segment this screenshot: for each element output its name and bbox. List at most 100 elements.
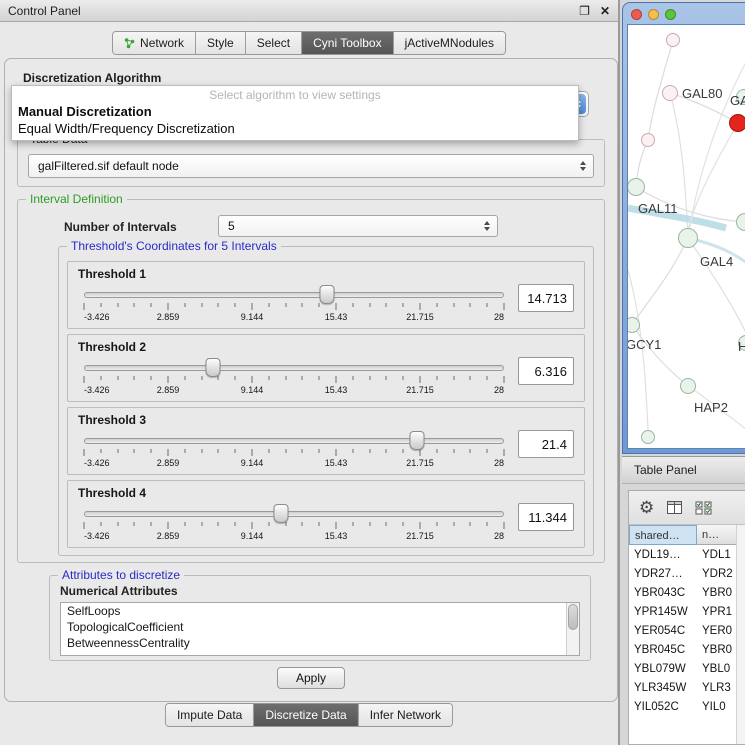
tick-mark: [453, 522, 454, 526]
slider-ticks: [84, 449, 504, 457]
tick-mark: [470, 522, 471, 526]
tick-mark: [268, 303, 269, 307]
close-icon[interactable]: ✕: [600, 5, 610, 17]
network-view-window[interactable]: GAL80GAGAL11GAL4GCY1HHAP2: [622, 2, 745, 454]
network-node[interactable]: [641, 133, 655, 147]
network-node-hap2[interactable]: [680, 378, 696, 394]
column-header[interactable]: shared…: [629, 525, 697, 545]
table-row[interactable]: YDL19…YDL1: [629, 545, 745, 564]
numerical-attributes-list[interactable]: SelfLoopsTopologicalCoefficientBetweenne…: [60, 602, 580, 656]
zoom-traffic-icon[interactable]: [665, 9, 676, 20]
table-row[interactable]: YBR043CYBR0: [629, 583, 745, 602]
scale-label: 2.859: [157, 385, 180, 395]
list-item[interactable]: SelfLoops: [61, 603, 579, 619]
scale-label: -3.426: [84, 458, 110, 468]
scale-label: 28: [494, 531, 504, 541]
float-icon[interactable]: ❐: [579, 5, 590, 17]
columns-icon[interactable]: [667, 501, 682, 514]
tick-mark: [184, 303, 185, 307]
table-row[interactable]: YLR345WYLR3: [629, 678, 745, 697]
network-node-gal4[interactable]: [678, 228, 698, 248]
network-node-label: GAL80: [682, 86, 722, 101]
slider-thumb[interactable]: [319, 285, 334, 304]
network-node[interactable]: [641, 430, 655, 444]
close-traffic-icon[interactable]: [631, 9, 642, 20]
network-node[interactable]: [729, 114, 745, 132]
threshold-value-field[interactable]: [518, 430, 574, 458]
algorithm-option[interactable]: Manual Discretization: [12, 103, 578, 120]
combo-stepper-icon: [484, 221, 490, 231]
slider-thumb[interactable]: [206, 358, 221, 377]
slider-thumb[interactable]: [409, 431, 424, 450]
bottom-tab-infer-network[interactable]: Infer Network: [359, 704, 452, 726]
tick-mark: [436, 522, 437, 526]
network-canvas[interactable]: GAL80GAGAL11GAL4GCY1HHAP2: [627, 24, 745, 449]
tick-mark: [117, 376, 118, 380]
algorithm-option[interactable]: Equal Width/Frequency Discretization: [12, 120, 578, 137]
table-row[interactable]: YDR27…YDR2: [629, 564, 745, 583]
tab-network[interactable]: Network: [113, 32, 195, 54]
slider-track[interactable]: [84, 292, 504, 298]
slider-track[interactable]: [84, 438, 504, 444]
tick-mark: [436, 303, 437, 307]
slider-track[interactable]: [84, 365, 504, 371]
network-node-label: HAP2: [694, 400, 728, 415]
table-row[interactable]: YER054CYER0: [629, 621, 745, 640]
threshold-slider[interactable]: -3.4262.8599.14415.4321.71528: [82, 284, 506, 324]
tick-mark: [487, 376, 488, 380]
threshold-slider[interactable]: -3.4262.8599.14415.4321.71528: [82, 503, 506, 543]
threshold-slider[interactable]: -3.4262.8599.14415.4321.71528: [82, 357, 506, 397]
list-scrollbar[interactable]: [566, 603, 579, 655]
tick-mark: [436, 376, 437, 380]
network-node-gal80[interactable]: [662, 85, 678, 101]
list-item[interactable]: BetweennessCentrality: [61, 635, 579, 651]
threshold-slider[interactable]: -3.4262.8599.14415.4321.71528: [82, 430, 506, 470]
control-panel-titlebar: Control Panel ❐ ✕: [0, 0, 618, 22]
tab-style[interactable]: Style: [196, 32, 245, 54]
threshold-value-field[interactable]: [518, 503, 574, 531]
network-node[interactable]: [666, 33, 680, 47]
threshold-value-field[interactable]: [518, 284, 574, 312]
scale-label: -3.426: [84, 531, 110, 541]
table-cell: YDR27…: [629, 568, 697, 580]
slider-track[interactable]: [84, 511, 504, 517]
table-row[interactable]: YBL079WYBL0: [629, 659, 745, 678]
table-row[interactable]: YIL052CYIL0: [629, 697, 745, 716]
table-row[interactable]: YBR045CYBR0: [629, 640, 745, 659]
apply-button[interactable]: Apply: [277, 667, 345, 689]
tick-mark: [369, 303, 370, 307]
tick-mark: [420, 303, 421, 310]
network-node-gal11[interactable]: [627, 178, 645, 196]
slider-thumb[interactable]: [274, 504, 289, 523]
table-data-combo[interactable]: galFiltered.sif default node: [28, 154, 594, 178]
tick-mark: [369, 449, 370, 453]
network-icon: [124, 38, 135, 49]
tab-jactivemnodules[interactable]: jActiveMNodules: [394, 32, 505, 54]
table-row[interactable]: YPR145WYPR1: [629, 602, 745, 621]
attributes-legend: Attributes to discretize: [58, 568, 184, 582]
num-intervals-combo[interactable]: 5: [218, 215, 498, 237]
bottom-tab-discretize-data[interactable]: Discretize Data: [254, 704, 357, 726]
scale-label: 28: [494, 458, 504, 468]
tick-mark: [100, 303, 101, 307]
select-columns-icon[interactable]: [695, 501, 712, 515]
combo-stepper-icon: [580, 161, 586, 171]
tick-mark: [252, 303, 253, 310]
tick-mark: [201, 303, 202, 307]
scrollbar-thumb[interactable]: [568, 604, 578, 630]
tick-mark: [134, 449, 135, 453]
tick-mark: [268, 522, 269, 526]
tick-mark: [403, 522, 404, 526]
tick-mark: [470, 303, 471, 307]
tick-mark: [168, 376, 169, 383]
table-scrollbar[interactable]: [736, 525, 745, 744]
tick-mark: [285, 522, 286, 526]
tick-mark: [151, 522, 152, 526]
tab-select[interactable]: Select: [246, 32, 301, 54]
threshold-value-field[interactable]: [518, 357, 574, 385]
tick-mark: [201, 449, 202, 453]
bottom-tab-impute-data[interactable]: Impute Data: [166, 704, 253, 726]
minimize-traffic-icon[interactable]: [648, 9, 659, 20]
tab-cyni-toolbox[interactable]: Cyni Toolbox: [302, 32, 392, 54]
list-item[interactable]: TopologicalCoefficient: [61, 619, 579, 635]
